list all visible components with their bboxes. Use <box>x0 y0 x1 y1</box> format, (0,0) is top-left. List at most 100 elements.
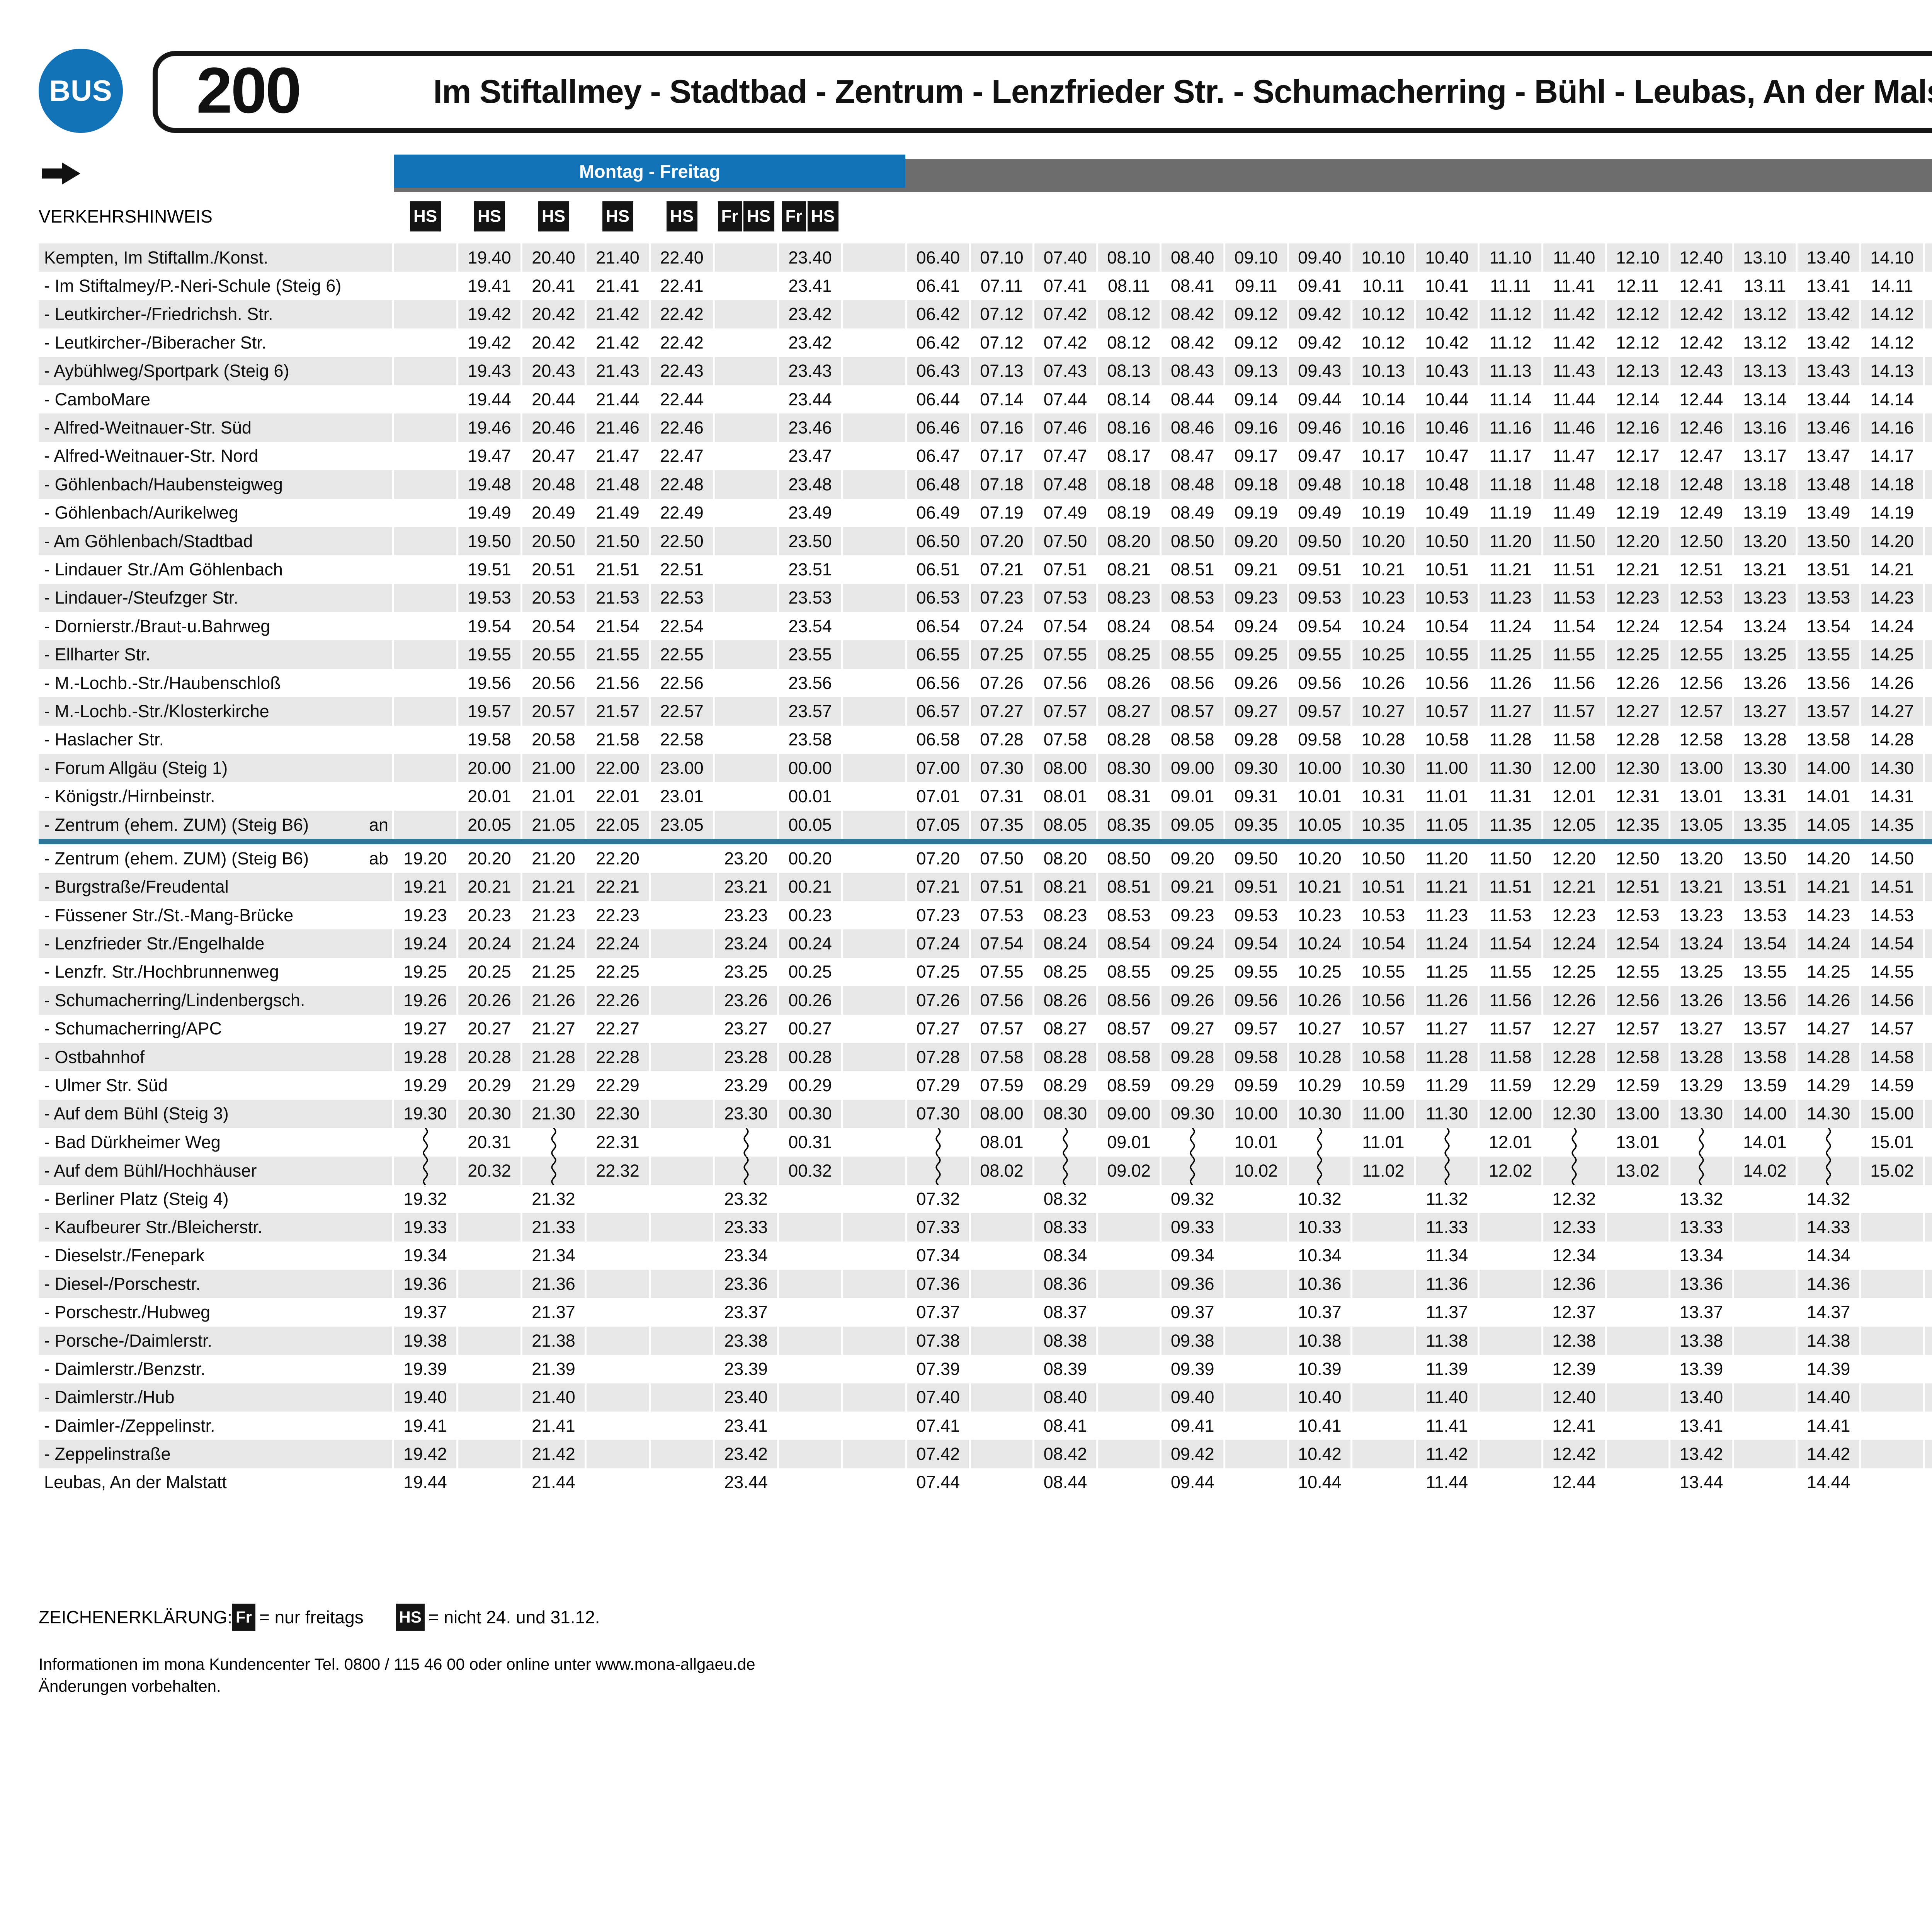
empty-cell <box>715 527 777 555</box>
stop-name-cell: Leubas, An der Malstatt <box>39 1468 392 1497</box>
time-cell: 14.18 <box>1861 470 1923 498</box>
time-cell: 13.11 <box>1734 272 1796 300</box>
time-cell: 13.31 <box>1734 782 1796 810</box>
empty-cell <box>1225 1298 1287 1326</box>
empty-cell <box>587 1468 649 1497</box>
time-cell: 07.42 <box>907 1440 969 1468</box>
marker-empty-cell <box>1480 198 1541 235</box>
time-cell: 20.44 <box>522 385 585 413</box>
table-row: - Kaufbeurer Str./Bleicherstr.19.3321.33… <box>39 1213 1932 1241</box>
time-cell: 10.28 <box>1289 1043 1351 1071</box>
time-cell: 23.58 <box>779 726 841 754</box>
time-cell: 10.53 <box>1416 584 1478 612</box>
time-cell: 12.53 <box>1607 901 1669 929</box>
time-cell: 09.11 <box>1225 272 1287 300</box>
empty-cell <box>1861 1468 1923 1497</box>
time-cell: 19.49 <box>458 499 520 527</box>
time-cell: 11.49 <box>1543 499 1605 527</box>
time-cell: 10.24 <box>1289 929 1351 958</box>
time-cell: 23.27 <box>715 1015 777 1043</box>
stop-name: - M.-Lochb.-Str./Klosterkirche <box>44 701 269 721</box>
time-cell: 07.56 <box>971 986 1033 1014</box>
time-cell: 11.23 <box>1416 901 1478 929</box>
empty-cell <box>1480 1412 1541 1440</box>
time-cell: 08.42 <box>1162 328 1223 357</box>
time-cell: 22.32 <box>587 1157 649 1185</box>
time-cell: 14.46 <box>1925 413 1932 442</box>
empty-cell <box>779 1440 841 1468</box>
stop-name: - Porsche-/Daimlerstr. <box>44 1331 212 1351</box>
time-cell: 13.49 <box>1798 499 1859 527</box>
footer-info: Informationen im mona Kundencenter Tel. … <box>39 1653 755 1697</box>
time-cell: 08.23 <box>1034 901 1096 929</box>
time-cell: 12.56 <box>1670 669 1732 697</box>
time-cell: 21.42 <box>522 1440 585 1468</box>
time-cell: 14.44 <box>1925 385 1932 413</box>
empty-cell <box>715 328 777 357</box>
time-cell: 00.00 <box>779 754 841 782</box>
empty-cell <box>394 612 456 640</box>
empty-cell <box>394 640 456 669</box>
time-cell: 11.27 <box>1480 697 1541 725</box>
time-cell: 00.29 <box>779 1071 841 1099</box>
time-cell: 20.50 <box>522 527 585 555</box>
empty-cell <box>843 640 905 669</box>
stop-name-cell: - Im Stiftalmey/P.-Neri-Schule (Steig 6) <box>39 272 392 300</box>
time-cell: 12.49 <box>1670 499 1732 527</box>
table-row: - Schumacherring/Lindenbergsch.19.2620.2… <box>39 986 1932 1014</box>
time-cell: 20.29 <box>458 1071 520 1099</box>
time-cell: 11.05 <box>1416 811 1478 839</box>
empty-cell <box>458 1355 520 1383</box>
empty-cell <box>1225 1355 1287 1383</box>
empty-cell <box>1225 1412 1287 1440</box>
time-cell: 11.25 <box>1416 958 1478 986</box>
time-cell: 11.23 <box>1480 584 1541 612</box>
stop-name-cell: - Forum Allgäu (Steig 1) <box>39 754 392 782</box>
time-cell: 20.30 <box>458 1100 520 1128</box>
empty-cell <box>715 499 777 527</box>
time-cell: 15.41 <box>1925 1412 1932 1440</box>
empty-cell <box>971 1383 1033 1412</box>
time-cell: 12.19 <box>1607 499 1669 527</box>
time-cell: 12.40 <box>1670 243 1732 272</box>
time-cell: 11.34 <box>1416 1242 1478 1270</box>
empty-cell <box>587 1185 649 1213</box>
time-cell: 11.41 <box>1543 272 1605 300</box>
time-cell: 07.05 <box>907 811 969 839</box>
time-cell: 09.26 <box>1225 669 1287 697</box>
time-cell: 12.25 <box>1607 640 1669 669</box>
time-cell: 20.49 <box>522 499 585 527</box>
skip-stop-cell <box>522 1157 585 1185</box>
stop-name-cell: - Göhlenbach/Aurikelweg <box>39 499 392 527</box>
empty-cell <box>587 1327 649 1355</box>
time-cell: 08.14 <box>1098 385 1160 413</box>
time-cell: 22.27 <box>587 1015 649 1043</box>
time-cell: 14.39 <box>1798 1355 1859 1383</box>
time-cell: 13.26 <box>1670 986 1732 1014</box>
empty-cell <box>1098 1270 1160 1298</box>
empty-cell <box>651 929 713 958</box>
time-cell: 19.57 <box>458 697 520 725</box>
time-cell: 11.24 <box>1480 612 1541 640</box>
time-cell: 11.36 <box>1416 1270 1478 1298</box>
time-cell: 13.47 <box>1798 442 1859 470</box>
empty-cell <box>715 782 777 810</box>
stop-name: - Im Stiftalmey/P.-Neri-Schule (Steig 6) <box>44 276 341 296</box>
time-cell: 08.00 <box>971 1100 1033 1128</box>
time-cell: 23.48 <box>779 470 841 498</box>
time-cell: 11.56 <box>1480 986 1541 1014</box>
time-cell: 08.55 <box>1098 958 1160 986</box>
time-cell: 22.29 <box>587 1071 649 1099</box>
time-cell: 13.40 <box>1670 1383 1732 1412</box>
time-cell: 09.56 <box>1225 986 1287 1014</box>
time-cell: 10.51 <box>1416 555 1478 583</box>
time-cell: 07.55 <box>1034 640 1096 669</box>
empty-cell <box>587 1270 649 1298</box>
skip-stop-wavy-icon <box>1189 1128 1196 1157</box>
empty-cell <box>843 986 905 1014</box>
time-cell: 14.54 <box>1925 612 1932 640</box>
time-cell: 12.42 <box>1670 300 1732 328</box>
time-cell: 13.48 <box>1798 470 1859 498</box>
time-cell: 08.36 <box>1034 1270 1096 1298</box>
time-cell: 10.01 <box>1225 1128 1287 1157</box>
